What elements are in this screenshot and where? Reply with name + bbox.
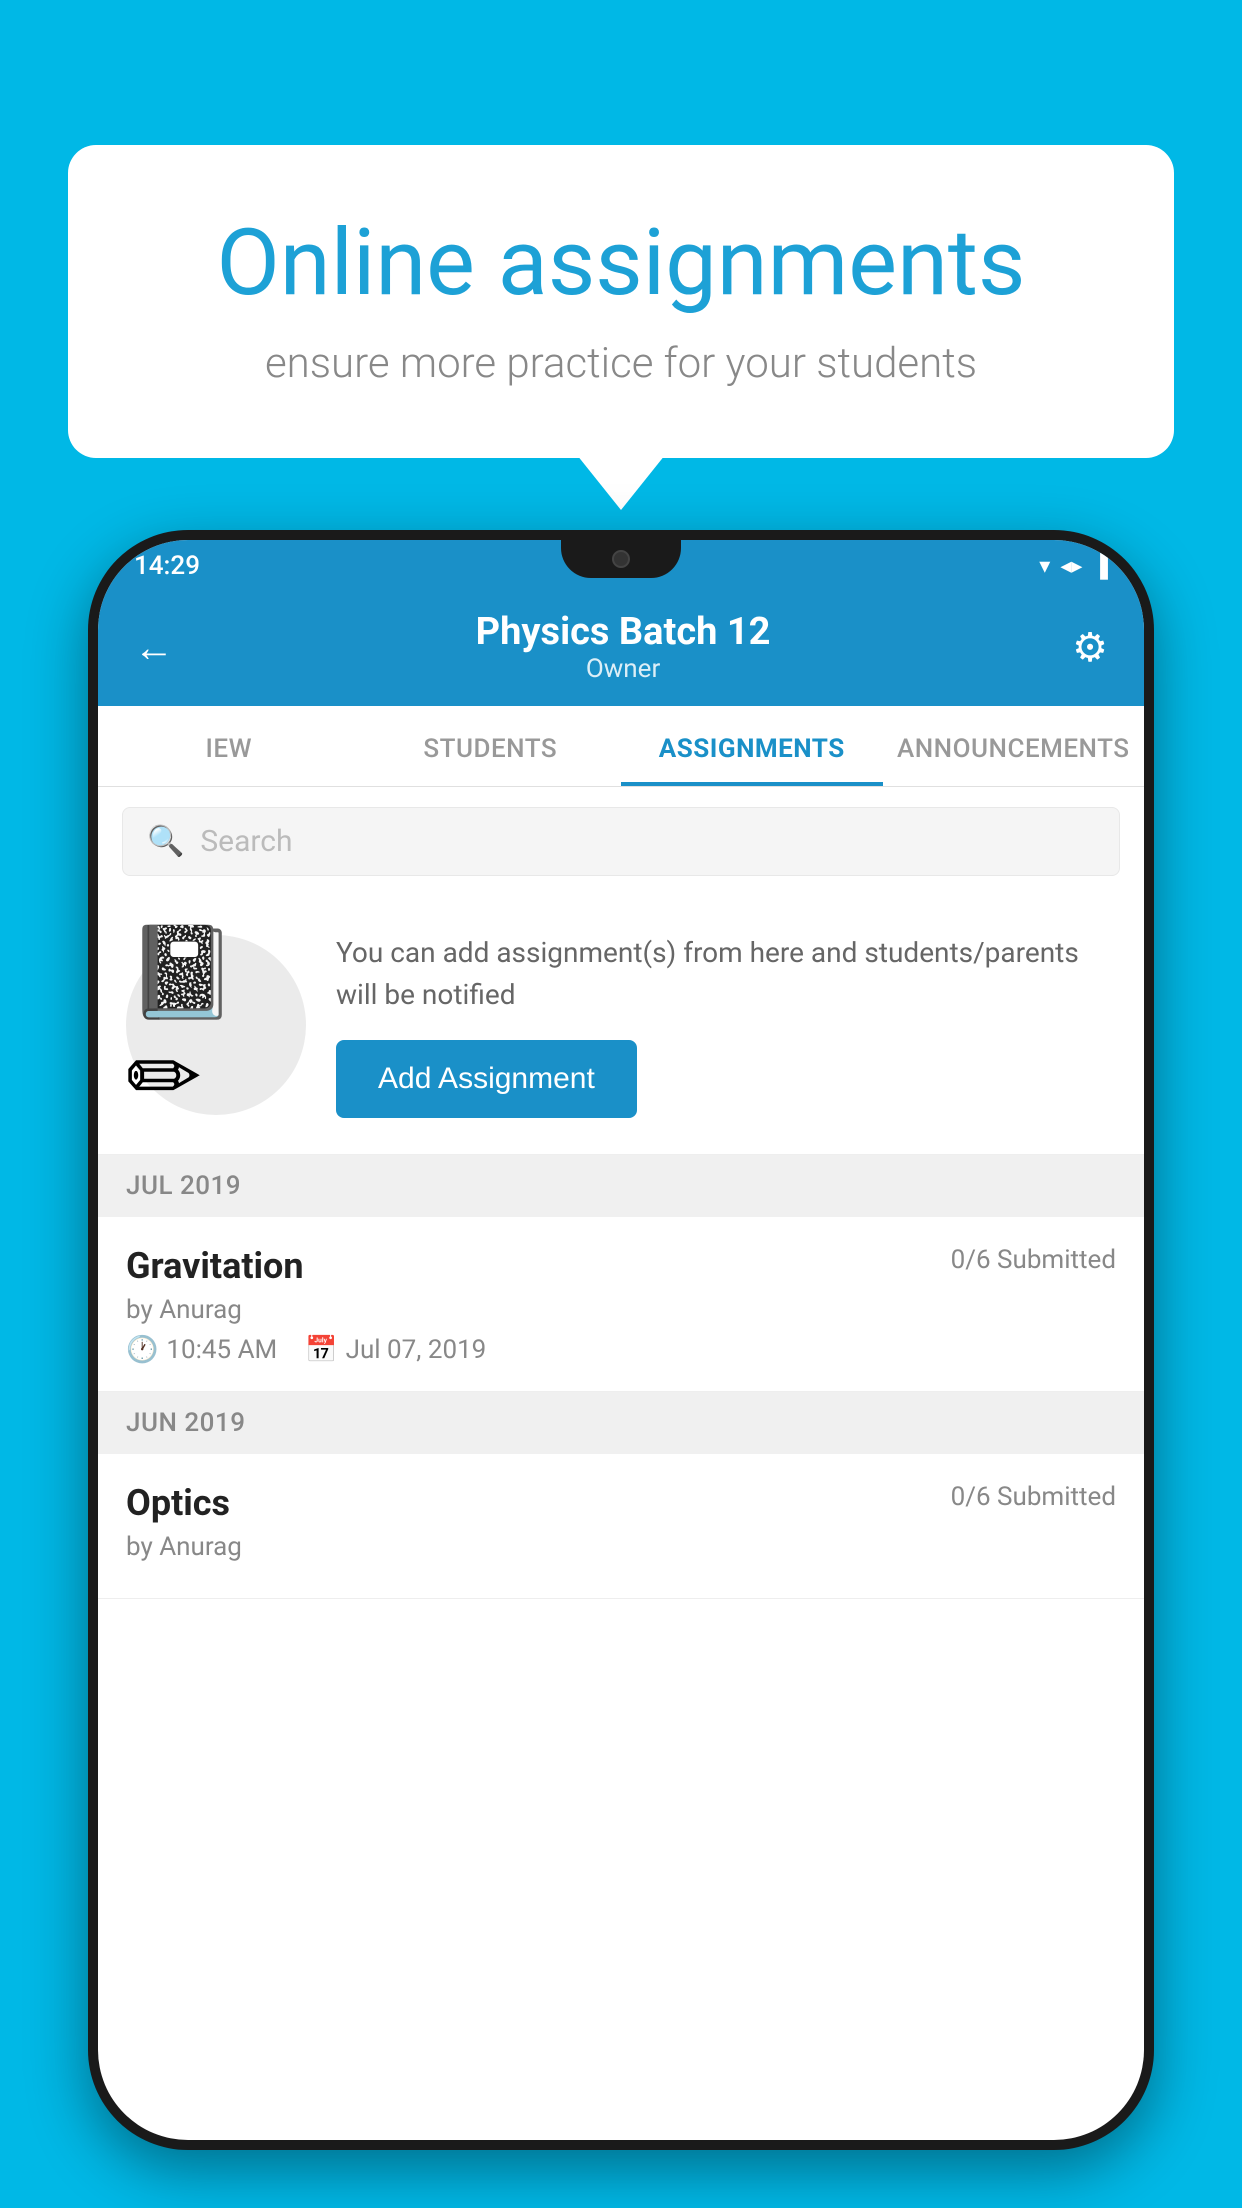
phone-wrapper: 14:29 ▾ ◂▸ ▐ ← Physics Batch 12 Owner ⚙ <box>88 530 1154 2150</box>
signal-icon: ◂▸ <box>1060 554 1082 579</box>
status-time: 14:29 <box>134 551 200 581</box>
tab-students[interactable]: STUDENTS <box>360 706 622 786</box>
assignment-optics[interactable]: Optics 0/6 Submitted by Anurag <box>98 1454 1144 1599</box>
phone-screen: 14:29 ▾ ◂▸ ▐ ← Physics Batch 12 Owner ⚙ <box>98 540 1144 2140</box>
phone-outer: 14:29 ▾ ◂▸ ▐ ← Physics Batch 12 Owner ⚙ <box>88 530 1154 2150</box>
tab-announcements[interactable]: ANNOUNCEMENTS <box>883 706 1145 786</box>
promo-icon-circle: 📓✏ <box>126 935 306 1115</box>
speech-bubble-subtitle: ensure more practice for your students <box>148 339 1094 388</box>
meta-date-gravitation: 📅 Jul 07, 2019 <box>305 1335 486 1365</box>
assignment-by-optics: by Anurag <box>126 1532 1116 1562</box>
wifi-icon: ▾ <box>1039 554 1050 579</box>
batch-title: Physics Batch 12 <box>476 610 771 654</box>
assignment-time-gravitation: 10:45 AM <box>166 1335 277 1365</box>
back-button[interactable]: ← <box>134 624 174 671</box>
assignment-submitted-optics: 0/6 Submitted <box>951 1482 1116 1512</box>
section-header-jun: JUN 2019 <box>98 1392 1144 1454</box>
tab-assignments[interactable]: ASSIGNMENTS <box>621 706 883 786</box>
notebook-icon: 📓✏ <box>126 920 306 1130</box>
status-bar: 14:29 ▾ ◂▸ ▐ <box>98 540 1144 592</box>
clock-icon: 🕐 <box>126 1335 158 1365</box>
assignment-title-optics: Optics <box>126 1482 230 1524</box>
battery-icon: ▐ <box>1092 553 1108 579</box>
assignment-gravitation[interactable]: Gravitation 0/6 Submitted by Anurag 🕐 10… <box>98 1217 1144 1392</box>
promo-description: You can add assignment(s) from here and … <box>336 932 1116 1016</box>
meta-time-gravitation: 🕐 10:45 AM <box>126 1335 277 1365</box>
speech-bubble: Online assignments ensure more practice … <box>68 145 1174 458</box>
assignment-meta-gravitation: 🕐 10:45 AM 📅 Jul 07, 2019 <box>126 1335 1116 1365</box>
section-header-jul: JUL 2019 <box>98 1155 1144 1217</box>
app-header: ← Physics Batch 12 Owner ⚙ <box>98 592 1144 706</box>
calendar-icon: 📅 <box>305 1335 337 1365</box>
promo-content: You can add assignment(s) from here and … <box>336 932 1116 1118</box>
add-assignment-button[interactable]: Add Assignment <box>336 1040 637 1118</box>
assignment-submitted-gravitation: 0/6 Submitted <box>951 1245 1116 1275</box>
assignment-optics-top: Optics 0/6 Submitted <box>126 1482 1116 1524</box>
settings-icon[interactable]: ⚙ <box>1072 624 1108 671</box>
promo-section: 📓✏ You can add assignment(s) from here a… <box>98 896 1144 1155</box>
speech-bubble-wrapper: Online assignments ensure more practice … <box>68 145 1174 458</box>
tabs-bar: IEW STUDENTS ASSIGNMENTS ANNOUNCEMENTS <box>98 706 1144 787</box>
status-icons: ▾ ◂▸ ▐ <box>1039 553 1108 579</box>
tab-iew[interactable]: IEW <box>98 706 360 786</box>
notch-camera <box>612 550 630 568</box>
assignment-top: Gravitation 0/6 Submitted <box>126 1245 1116 1287</box>
search-placeholder: Search <box>200 824 292 859</box>
search-icon: 🔍 <box>147 824 184 859</box>
search-container: 🔍 Search <box>98 787 1144 896</box>
batch-subtitle: Owner <box>476 654 771 684</box>
notch <box>561 540 681 578</box>
speech-bubble-title: Online assignments <box>148 210 1094 317</box>
assignment-title-gravitation: Gravitation <box>126 1245 304 1287</box>
search-bar[interactable]: 🔍 Search <box>122 807 1120 876</box>
assignment-by-gravitation: by Anurag <box>126 1295 1116 1325</box>
header-title-block: Physics Batch 12 Owner <box>476 610 771 684</box>
assignment-date-gravitation: Jul 07, 2019 <box>346 1335 487 1365</box>
